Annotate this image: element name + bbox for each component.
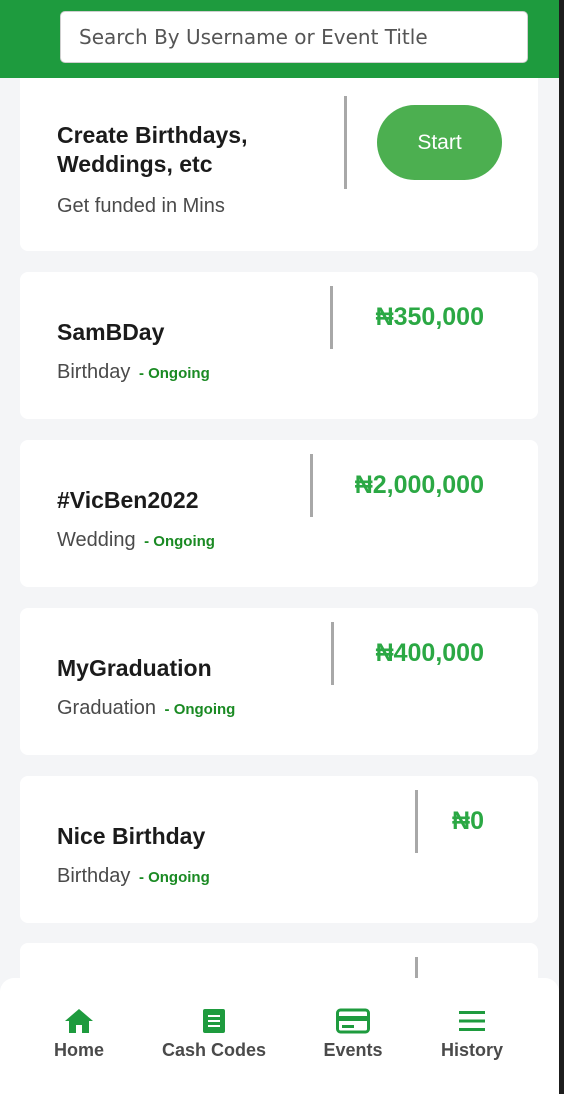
- event-status: - Ongoing: [144, 533, 215, 550]
- event-title: Nice Birthday: [57, 823, 206, 849]
- event-title: #VicBen2022: [57, 487, 199, 513]
- menu-icon: [459, 1011, 485, 1031]
- nav-history-label: History: [440, 1040, 503, 1060]
- nav-cash-codes-label: Cash Codes: [161, 1040, 267, 1060]
- nav-home-label: Home: [53, 1040, 104, 1060]
- event-amount: ₦0: [452, 807, 484, 835]
- event-type: Birthday - Ongoing: [57, 361, 210, 384]
- event-type-label: Birthday: [57, 361, 131, 383]
- promo-subtitle: Get funded in Mins: [57, 195, 225, 217]
- divider: [310, 454, 313, 517]
- nav-events[interactable]: Events: [313, 1008, 393, 1061]
- event-type: Wedding - Ongoing: [57, 529, 215, 552]
- event-card[interactable]: Nice Birthday Birthday - Ongoing ₦0: [20, 776, 538, 923]
- document-icon: [203, 1009, 225, 1033]
- nav-home[interactable]: Home: [44, 1008, 114, 1061]
- bottom-nav: Home Cash Codes Events History: [0, 978, 559, 1094]
- event-amount: ₦400,000: [375, 639, 484, 667]
- nav-events-label: Events: [323, 1040, 383, 1060]
- divider: [330, 286, 333, 349]
- event-type-label: Birthday: [57, 865, 131, 887]
- event-card[interactable]: #VicBen2022 Wedding - Ongoing ₦2,000,000: [20, 440, 538, 587]
- card-icon: [336, 1008, 370, 1034]
- start-button[interactable]: Start: [377, 105, 502, 180]
- event-type-label: Graduation: [57, 697, 156, 719]
- event-type: Graduation - Ongoing: [57, 697, 235, 720]
- event-status: - Ongoing: [164, 701, 236, 718]
- event-card[interactable]: SamBDay Birthday - Ongoing ₦350,000: [20, 272, 538, 419]
- app-header: [0, 0, 559, 78]
- nav-history[interactable]: History: [431, 1008, 513, 1061]
- event-type-label: Wedding: [57, 529, 136, 551]
- event-title: SamBDay: [57, 319, 165, 345]
- search-input[interactable]: [60, 11, 528, 63]
- event-amount: ₦2,000,000: [354, 471, 484, 499]
- event-amount: ₦350,000: [375, 303, 484, 331]
- nav-cash-codes[interactable]: Cash Codes: [154, 1008, 274, 1061]
- home-icon: [65, 1009, 93, 1033]
- divider: [415, 790, 418, 853]
- window-edge: [559, 0, 564, 1094]
- divider: [344, 96, 347, 189]
- event-card[interactable]: MyGraduation Graduation - Ongoing ₦400,0…: [20, 608, 538, 755]
- event-type: Birthday - Ongoing: [57, 865, 210, 888]
- event-status: - Ongoing: [138, 869, 210, 886]
- event-title: MyGraduation: [57, 655, 212, 681]
- divider: [331, 622, 334, 685]
- event-status: - Ongoing: [138, 365, 210, 382]
- create-event-card: Create Birthdays, Weddings, etc Get fund…: [20, 78, 538, 251]
- promo-title: Create Birthdays, Weddings, etc: [57, 122, 248, 177]
